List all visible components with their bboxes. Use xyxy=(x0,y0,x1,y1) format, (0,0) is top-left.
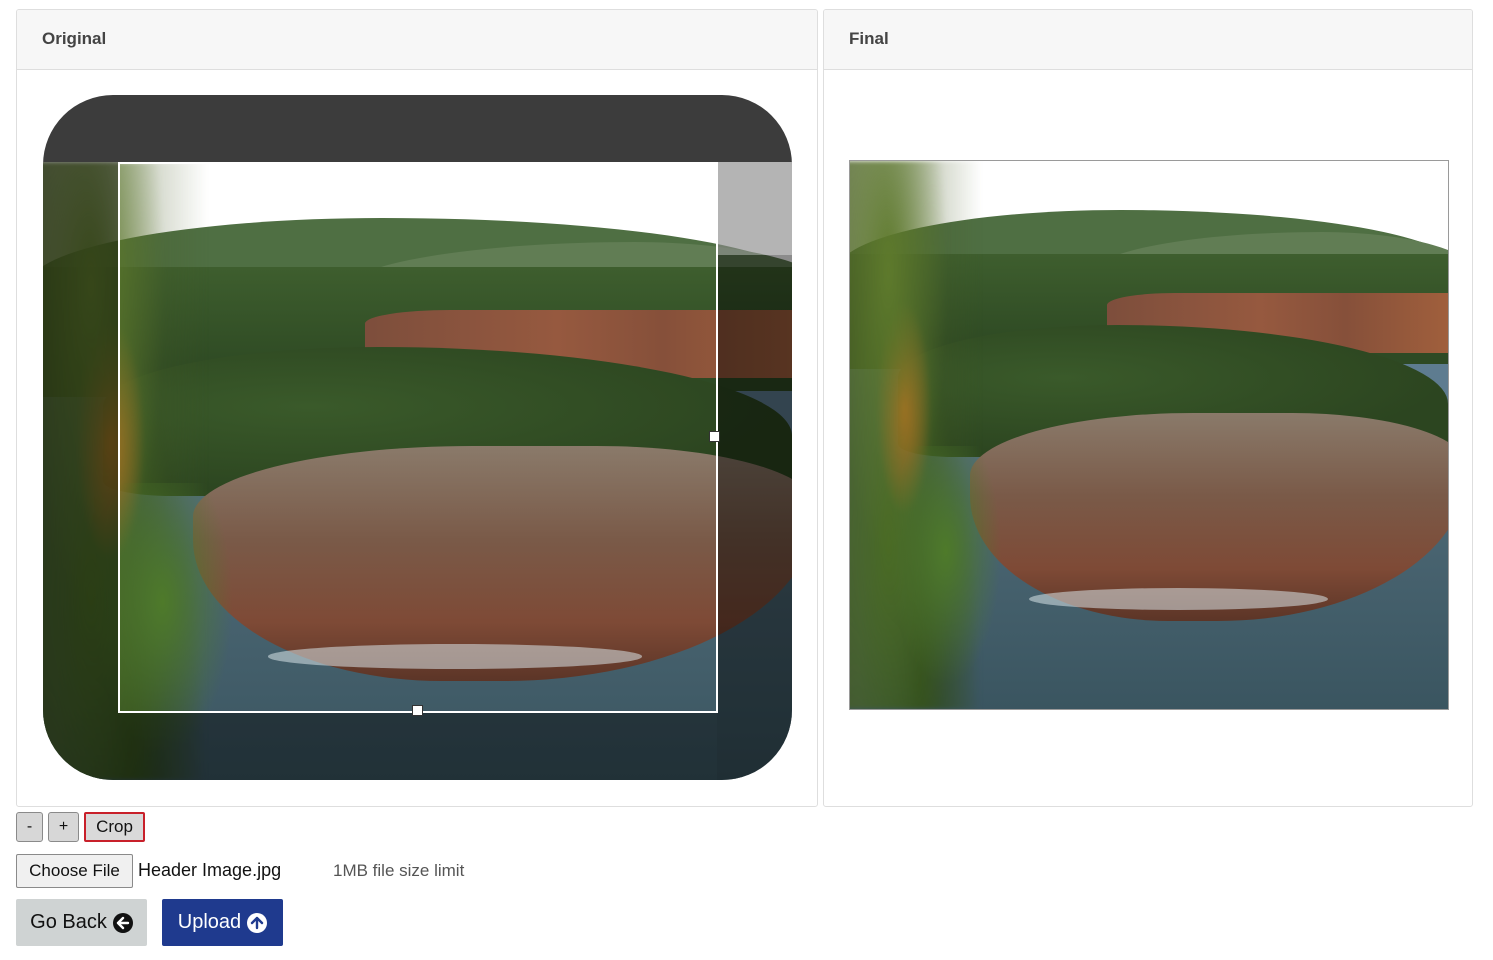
crop-mask-bottom xyxy=(118,712,717,780)
zoom-in-button[interactable]: + xyxy=(48,812,79,842)
crop-button[interactable]: Crop xyxy=(84,812,145,842)
arrow-up-circle-icon xyxy=(247,912,268,933)
go-back-label: Go Back xyxy=(30,911,107,933)
crop-handle-right[interactable] xyxy=(709,431,720,442)
cropped-preview-image xyxy=(849,160,1449,710)
selected-file-name: Header Image.jpg xyxy=(138,860,282,880)
go-back-button[interactable]: Go Back xyxy=(16,899,147,946)
original-panel-title: Original xyxy=(17,10,817,70)
crop-selection-box[interactable] xyxy=(118,162,718,713)
original-panel: Original xyxy=(16,9,818,807)
final-panel: Final xyxy=(823,9,1473,807)
upload-label: Upload xyxy=(177,911,242,933)
upload-button[interactable]: Upload xyxy=(162,899,283,946)
zoom-out-button[interactable]: - xyxy=(16,812,43,842)
file-size-limit-note: 1MB file size limit xyxy=(333,861,465,880)
crop-mask-left xyxy=(43,162,118,780)
image-cropper[interactable] xyxy=(43,95,792,780)
choose-file-button[interactable]: Choose File xyxy=(16,854,133,888)
arrow-left-circle-icon xyxy=(112,912,133,933)
crop-mask-right-top xyxy=(717,162,792,255)
crop-handle-bottom[interactable] xyxy=(412,705,423,716)
final-panel-title: Final xyxy=(824,10,1472,70)
